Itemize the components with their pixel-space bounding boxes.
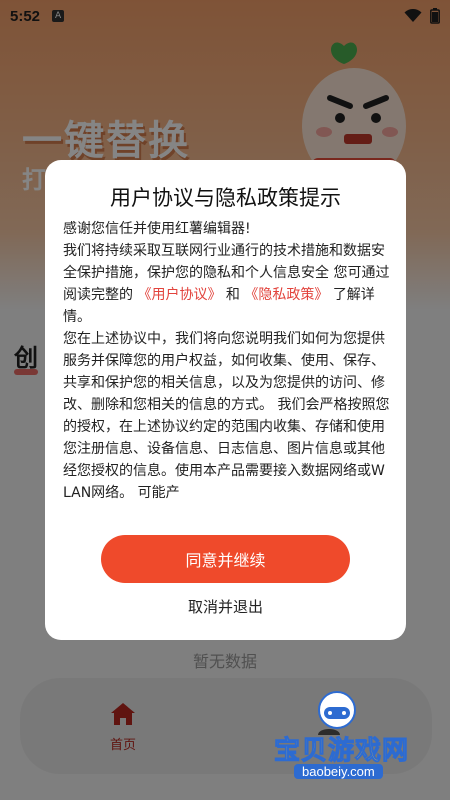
- cancel-exit-button[interactable]: 取消并退出: [45, 596, 406, 617]
- dialog-paragraph: 您在上述协议中，我们将向您说明我们如何为您提供服务并保障您的用户权益，如何收集、…: [63, 331, 390, 501]
- gamepad-icon: [318, 691, 356, 729]
- watermark-url: baobeiy.com: [294, 764, 383, 779]
- dialog-text: 和: [225, 287, 240, 303]
- watermark-logo: 宝贝游戏网 baobeiy.com: [272, 690, 442, 790]
- privacy-dialog: 用户协议与隐私政策提示 感谢您信任并使用红薯编辑器! 我们将持续采取互联网行业通…: [45, 160, 406, 640]
- watermark-text: 宝贝游戏网: [273, 736, 410, 767]
- privacy-policy-link[interactable]: 《隐私政策》: [244, 287, 328, 303]
- user-agreement-link[interactable]: 《用户协议》: [137, 287, 221, 303]
- dialog-body[interactable]: 感谢您信任并使用红薯编辑器! 我们将持续采取互联网行业通行的技术措施和数据安全保…: [63, 218, 391, 514]
- dialog-paragraph: 感谢您信任并使用红薯编辑器!: [63, 221, 251, 237]
- agree-button[interactable]: 同意并继续: [101, 535, 350, 583]
- dialog-paragraph: 我们将持续采取互联网行业通行的技术措施和数据安全保护措施，保护您的隐私和个人信息…: [63, 240, 391, 328]
- dialog-title: 用户协议与隐私政策提示: [110, 186, 341, 210]
